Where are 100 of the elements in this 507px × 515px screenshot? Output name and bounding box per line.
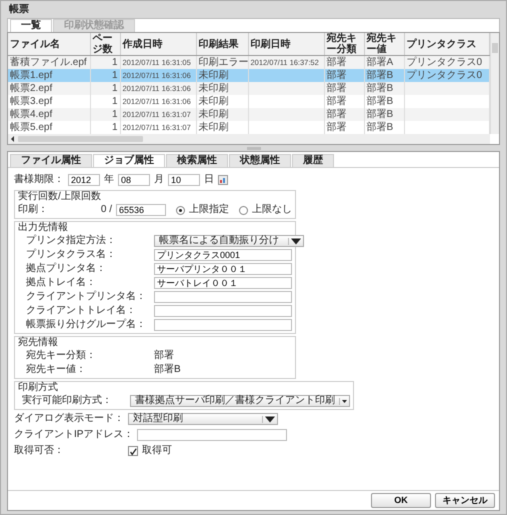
dialog-button[interactable]: OK: [371, 493, 431, 508]
table-cell: 1: [112, 57, 118, 68]
table-cell: 帳票3.epf: [10, 96, 52, 107]
tab[interactable]: 状態属性: [229, 154, 291, 167]
field-value: 部署: [154, 350, 174, 362]
text-field[interactable]: サーバプリンタ００１: [154, 263, 292, 275]
group-title: 出力先情報: [18, 222, 69, 234]
table-cell: 帳票2.epf: [10, 83, 52, 94]
field-label: プリンタクラス名：: [26, 249, 117, 261]
tab[interactable]: ジョブ属性: [93, 154, 165, 167]
table-cell: プリンタクラス0: [406, 57, 482, 68]
vertical-scrollbar[interactable]: [490, 33, 499, 134]
text-field[interactable]: 08: [118, 174, 150, 186]
table-cell: 部署: [326, 96, 346, 107]
field-label: 実行可能印刷方式：: [22, 395, 113, 407]
checkbox[interactable]: [128, 446, 138, 456]
unit-label: 日: [204, 174, 214, 186]
tab[interactable]: 履歴: [292, 154, 334, 167]
field-label: クライアントトレイ名：: [26, 305, 137, 317]
text-field[interactable]: [154, 291, 292, 303]
table-cell: 部署B: [366, 122, 394, 133]
dialog-button[interactable]: キャンセル: [435, 493, 495, 508]
text-field[interactable]: プリンタクラス0001: [154, 249, 292, 261]
table-cell: 未印刷: [198, 96, 228, 107]
radio-button[interactable]: [239, 206, 248, 214]
text-field[interactable]: 2012: [68, 174, 100, 186]
text-field[interactable]: サーバトレイ００１: [154, 277, 292, 289]
group-title: 実行回数/上限回数: [18, 191, 102, 203]
field-label: 拠点トレイ名：: [26, 277, 97, 289]
unit-label: 年: [104, 174, 114, 186]
table-cell: 1: [112, 70, 118, 81]
column-header[interactable]: 印刷日時: [248, 33, 324, 56]
field-label: 帳票振り分けグループ名：: [26, 319, 147, 331]
field-value: 部署B: [154, 364, 181, 376]
field-label: クライアントIPアドレス：: [14, 429, 134, 441]
column-header[interactable]: 宛先キー分類: [324, 33, 364, 56]
table-cell: 部署B: [366, 109, 394, 120]
column-header[interactable]: ページ数: [90, 33, 120, 56]
caret-icon: [262, 416, 275, 422]
caret-icon: [339, 398, 347, 404]
table-cell: 未印刷: [198, 70, 228, 81]
dropdown[interactable]: 対話型印刷: [128, 413, 278, 425]
table-cell: 帳票4.epf: [10, 109, 52, 120]
table-cell: 部署B: [366, 70, 394, 81]
caret-icon: [288, 238, 301, 244]
text-field[interactable]: [154, 305, 292, 317]
dropdown[interactable]: 帳票名による自動振り分け: [154, 235, 304, 247]
column-header[interactable]: ファイル名: [8, 33, 90, 56]
column-header[interactable]: プリンタクラス: [404, 33, 490, 56]
tab[interactable]: 検索属性: [166, 154, 228, 167]
tab[interactable]: 一覧: [10, 19, 52, 32]
table-cell: 部署: [326, 70, 346, 81]
table-cell: 1: [112, 109, 118, 120]
field-label: 宛先キー値：: [26, 364, 87, 376]
text-field[interactable]: 65536: [116, 204, 166, 216]
window-title: 帳票: [8, 3, 30, 17]
table-cell: 蓄積ファイル.epf: [10, 57, 87, 68]
field-label: 取得可否：: [14, 445, 65, 457]
table-cell: 未印刷: [198, 83, 228, 94]
text-field[interactable]: [154, 319, 292, 331]
field-label: プリンタ指定方法：: [26, 235, 117, 247]
splitter-handle[interactable]: [246, 146, 260, 150]
table-cell: 未印刷: [198, 109, 228, 120]
table-cell: 部署: [326, 83, 346, 94]
text-field[interactable]: [137, 429, 288, 441]
table-cell: 部署A: [366, 57, 394, 68]
table-cell: 1: [112, 83, 118, 94]
field-label: クライアントプリンタ名：: [26, 291, 147, 303]
column-header[interactable]: 印刷結果: [196, 33, 248, 56]
field-label: ダイアログ表示モード：: [14, 413, 124, 425]
field-label: 書様期限：: [14, 174, 64, 186]
text-field[interactable]: 10: [168, 174, 200, 186]
dropdown[interactable]: 書様拠点サーバ印刷／書様クライアント印刷: [130, 395, 350, 407]
table-cell: 未印刷: [198, 122, 228, 133]
radio-label: 上限なし: [252, 204, 292, 216]
table-cell: 帳票1.epf: [10, 70, 52, 81]
table-cell: 部署B: [366, 96, 394, 107]
radio-label: 上限指定: [189, 204, 229, 216]
count-value: 0 /: [100, 204, 112, 216]
table-cell: プリンタクラス0: [406, 70, 482, 81]
table-cell: 部署: [326, 109, 346, 120]
field-label: 拠点プリンタ名：: [26, 263, 107, 275]
table-cell: 帳票5.epf: [10, 122, 52, 133]
unit-label: 月: [154, 174, 164, 186]
horizontal-scrollbar[interactable]: [8, 134, 490, 144]
checkbox-label: 取得可: [142, 445, 172, 457]
table-cell: 部署B: [366, 83, 394, 94]
tab[interactable]: ファイル属性: [10, 154, 92, 167]
table-cell: 1: [112, 96, 118, 107]
table-cell: 印刷エラー: [198, 57, 248, 68]
table-cell: 部署: [326, 57, 346, 68]
table-cell: 部署: [326, 122, 346, 133]
column-header[interactable]: 作成日時: [120, 33, 196, 56]
group-title: 宛先情報: [18, 337, 59, 349]
column-header[interactable]: 宛先キー値: [364, 33, 404, 56]
checkmark-icon: [129, 447, 137, 457]
field-label: 宛先キー分類：: [26, 350, 97, 362]
table-cell: 1: [112, 122, 118, 133]
radio-button[interactable]: [176, 206, 185, 214]
field-label: 印刷：: [18, 204, 49, 216]
